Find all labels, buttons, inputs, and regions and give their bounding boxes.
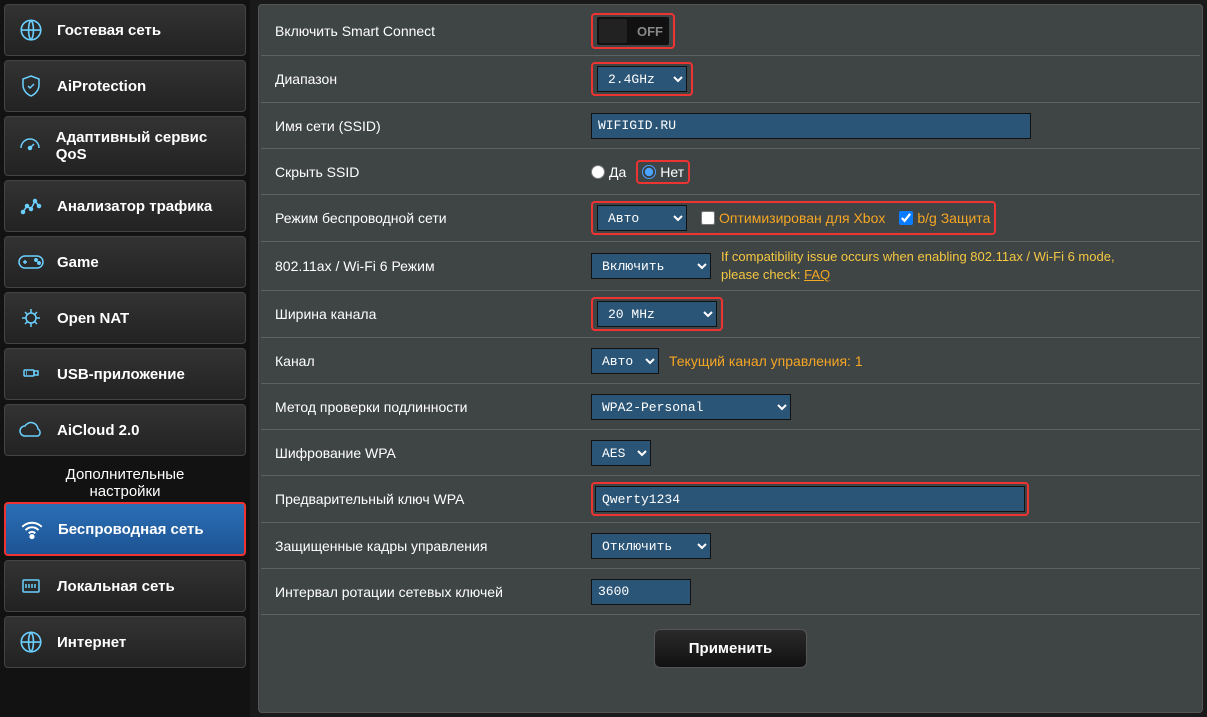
wifi6-select[interactable]: Включить	[591, 253, 711, 279]
usb-icon	[15, 361, 47, 387]
sidebar-item-wireless[interactable]: Беспроводная сеть	[4, 502, 246, 556]
sidebar-item-label: Анализатор трафика	[57, 198, 212, 215]
row-pmf: Защищенные кадры управления Отключить	[261, 523, 1200, 569]
row-auth: Метод проверки подлинности WPA2-Personal	[261, 384, 1200, 430]
rekey-input[interactable]	[591, 579, 691, 605]
auth-select[interactable]: WPA2-Personal	[591, 394, 791, 420]
label-channel-width: Ширина канала	[261, 306, 591, 322]
wpa-enc-select[interactable]: AES	[591, 440, 651, 466]
xbox-optimize-checkbox[interactable]: Оптимизирован для Xbox	[701, 210, 885, 226]
nat-icon	[15, 305, 47, 331]
sidebar-item-label: AiCloud 2.0	[57, 422, 140, 439]
label-auth: Метод проверки подлинности	[261, 399, 591, 415]
label-wifi6: 802.11ax / Wi-Fi 6 Режим	[261, 258, 591, 274]
row-channel: Канал Авто Текущий канал управления: 1	[261, 338, 1200, 384]
sidebar: Гостевая сеть AiProtection Адаптивный се…	[0, 0, 250, 717]
wifi-icon	[16, 516, 48, 542]
hide-ssid-yes[interactable]: Да	[591, 164, 626, 180]
row-ssid: Имя сети (SSID)	[261, 103, 1200, 149]
label-wpa-key: Предварительный ключ WPA	[261, 491, 591, 507]
apply-button[interactable]: Применить	[654, 629, 807, 668]
sidebar-item-qos[interactable]: Адаптивный сервис QoS	[4, 116, 246, 176]
sidebar-item-label: USB-приложение	[57, 366, 185, 383]
sidebar-item-lan[interactable]: Локальная сеть	[4, 560, 246, 612]
faq-link[interactable]: FAQ	[804, 267, 830, 282]
bg-protect-checkbox[interactable]: b/g Защита	[899, 210, 990, 226]
gamepad-icon	[15, 249, 47, 275]
hide-ssid-no[interactable]: Нет	[642, 164, 684, 180]
wifi6-note: If compatibility issue occurs when enabl…	[721, 248, 1131, 284]
advanced-settings-title: Дополнительные настройки	[4, 460, 246, 502]
row-band: Диапазон 2.4GHz	[261, 56, 1200, 103]
label-wireless-mode: Режим беспроводной сети	[261, 210, 591, 226]
sidebar-item-internet[interactable]: Интернет	[4, 616, 246, 668]
row-channel-width: Ширина канала 20 MHz	[261, 291, 1200, 338]
label-hide-ssid: Скрыть SSID	[261, 164, 591, 180]
label-band: Диапазон	[261, 71, 591, 87]
label-rekey: Интервал ротации сетевых ключей	[261, 584, 591, 600]
chart-icon	[15, 193, 47, 219]
smart-connect-toggle[interactable]: OFF	[597, 17, 669, 45]
label-channel: Канал	[261, 353, 591, 369]
channel-width-select[interactable]: 20 MHz	[597, 301, 717, 327]
sidebar-item-label: AiProtection	[57, 78, 146, 95]
wireless-mode-select[interactable]: Авто	[597, 205, 687, 231]
ethernet-icon	[15, 573, 47, 599]
sidebar-item-traffic-analyzer[interactable]: Анализатор трафика	[4, 180, 246, 232]
sidebar-item-label: Open NAT	[57, 310, 129, 327]
label-wpa-enc: Шифрование WPA	[261, 445, 591, 461]
sidebar-item-usb-app[interactable]: USB-приложение	[4, 348, 246, 400]
row-smart-connect: Включить Smart Connect OFF	[261, 7, 1200, 56]
row-wpa-key: Предварительный ключ WPA	[261, 476, 1200, 523]
cloud-icon	[15, 417, 47, 443]
globe-icon	[15, 17, 47, 43]
sidebar-item-aicloud[interactable]: AiCloud 2.0	[4, 404, 246, 456]
ssid-input[interactable]	[591, 113, 1031, 139]
row-wifi6: 802.11ax / Wi-Fi 6 Режим Включить If com…	[261, 242, 1200, 291]
current-channel-note: Текущий канал управления: 1	[669, 353, 863, 369]
channel-select[interactable]: Авто	[591, 348, 659, 374]
pmf-select[interactable]: Отключить	[591, 533, 711, 559]
row-wireless-mode: Режим беспроводной сети Авто Оптимизиров…	[261, 195, 1200, 242]
settings-panel: Включить Smart Connect OFF Диапазон 2.4G…	[258, 4, 1203, 713]
sidebar-item-game[interactable]: Game	[4, 236, 246, 288]
band-select[interactable]: 2.4GHz	[597, 66, 687, 92]
wpa-key-input[interactable]	[595, 486, 1025, 512]
row-hide-ssid: Скрыть SSID Да Нет	[261, 149, 1200, 195]
row-wpa-enc: Шифрование WPA AES	[261, 430, 1200, 476]
sidebar-item-label: Локальная сеть	[57, 578, 175, 595]
label-pmf: Защищенные кадры управления	[261, 538, 591, 554]
sidebar-item-label: Беспроводная сеть	[58, 521, 204, 538]
gauge-icon	[15, 133, 46, 159]
label-smart-connect: Включить Smart Connect	[261, 23, 591, 39]
label-ssid: Имя сети (SSID)	[261, 118, 591, 134]
sidebar-item-label: Адаптивный сервис QoS	[56, 129, 235, 163]
shield-icon	[15, 73, 47, 99]
globe-icon	[15, 629, 47, 655]
sidebar-item-aiprotection[interactable]: AiProtection	[4, 60, 246, 112]
sidebar-item-open-nat[interactable]: Open NAT	[4, 292, 246, 344]
row-rekey: Интервал ротации сетевых ключей	[261, 569, 1200, 615]
sidebar-item-label: Интернет	[57, 634, 126, 651]
sidebar-item-label: Game	[57, 254, 99, 271]
sidebar-item-label: Гостевая сеть	[57, 22, 161, 39]
sidebar-item-guest-network[interactable]: Гостевая сеть	[4, 4, 246, 56]
